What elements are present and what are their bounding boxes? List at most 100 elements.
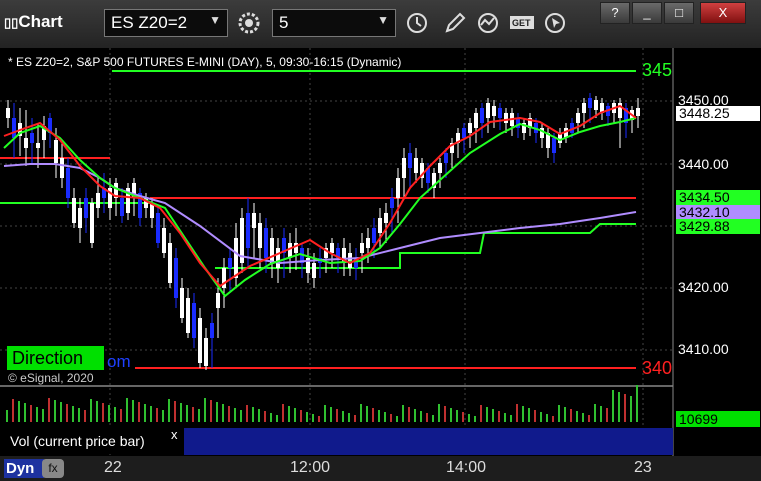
volume-bar [414,409,416,422]
current-price-box: 3448.25 [676,106,760,121]
time-label: 23 [634,459,652,476]
candle-body [246,213,250,248]
volume-panel [184,428,673,455]
candle-body [390,198,394,208]
candle-body [234,238,238,278]
svg-text:GET: GET [512,18,531,28]
volume-bar [588,415,590,422]
volume-bar [630,396,632,422]
price-label: 3440.00 [678,156,729,172]
close-volume-icon[interactable]: x [171,427,178,442]
candle-body [492,106,496,116]
volume-bar [390,414,392,422]
volume-bar [306,412,308,422]
clock-icon[interactable] [402,9,432,37]
volume-bar [210,400,212,422]
volume-bar [516,404,518,422]
volume-bar [438,404,440,422]
volume-bar [624,394,626,422]
candle-body [288,243,292,258]
volume-bar [396,416,398,422]
candle-body [636,108,640,116]
volume-bar [288,406,290,422]
volume-bar [372,408,374,422]
direction-button[interactable]: Direction [7,346,104,370]
get-icon[interactable]: GET [508,9,538,37]
dyn-label: Dyn [6,460,35,477]
close-button[interactable]: X [700,2,746,24]
volume-bar [456,410,458,422]
cursor-icon[interactable] [540,9,570,37]
direction-label: Direction [12,348,84,368]
candle-body [486,103,490,118]
candle-body [84,198,88,218]
dynamic-toggle[interactable]: Dyn [4,459,44,478]
candle-body [594,100,598,110]
interval-select[interactable]: 5 ▼ [272,9,396,37]
candle-body [330,243,334,253]
candle-body [6,108,10,118]
candles [6,93,640,370]
chart-info: * ES Z20=2, S&P 500 FUTURES E-MINI (DAY)… [8,55,402,69]
volume-bar [528,408,530,422]
volume-bar [30,405,32,422]
volume-bar [54,400,56,422]
volume-bar [540,412,542,422]
direction-link[interactable]: om [107,352,131,372]
symbol-select[interactable]: ES Z20=2 ▼ [104,9,228,37]
maximize-label: □ [675,5,683,20]
candle-body [36,143,40,148]
volume-bar [312,414,314,422]
gear-icon[interactable] [234,9,264,37]
volume-bar [282,404,284,422]
candle-body [96,193,100,208]
pencil-icon[interactable] [440,9,470,37]
candle-body [180,288,184,318]
candle-body [378,218,382,233]
upper-level-box: 3434.50 [676,190,760,205]
volume-bar [546,414,548,422]
volume-bar [228,406,230,422]
candle-body [66,168,70,198]
volume-bar [198,409,200,422]
pause-icon[interactable]: ▯▯ [4,15,18,30]
volume-bar [492,409,494,422]
candle-body [408,153,412,168]
volume-bar [114,407,116,422]
volume-bar [156,408,158,422]
volume-bar [486,407,488,422]
volume-bar [12,399,14,422]
volume-bar [342,411,344,422]
candle-body [162,228,166,253]
volume-bar [90,399,92,422]
volume-bar [60,402,62,422]
fx-icon[interactable]: fx [42,459,64,478]
help-button[interactable]: ? [600,2,630,24]
symbol-value: ES Z20=2 [111,13,188,32]
volume-bar [480,405,482,422]
volume-bar [336,409,338,422]
volume-bar [324,405,326,422]
minimize-button[interactable]: _ [632,2,662,24]
candle-body [468,123,472,133]
maximize-button[interactable]: □ [664,2,694,24]
candle-body [12,118,16,138]
volume-bar [300,410,302,422]
volume-bar [234,408,236,422]
candle-body [72,198,76,223]
volume-bar [564,407,566,422]
price-chart[interactable] [0,48,761,456]
volume-bar [126,398,128,422]
lower-level-box: 3429.88 [676,219,760,234]
candle-body [372,228,376,243]
volume-bar [84,410,86,422]
volume-bar [408,407,410,422]
candle-body [438,163,442,173]
minimize-label: _ [643,5,651,20]
candle-body [174,258,178,298]
volume-bar [132,400,134,422]
volume-bar [330,407,332,422]
study-icon[interactable] [474,9,504,37]
volume-bar [36,407,38,422]
volume-bar [18,401,20,422]
